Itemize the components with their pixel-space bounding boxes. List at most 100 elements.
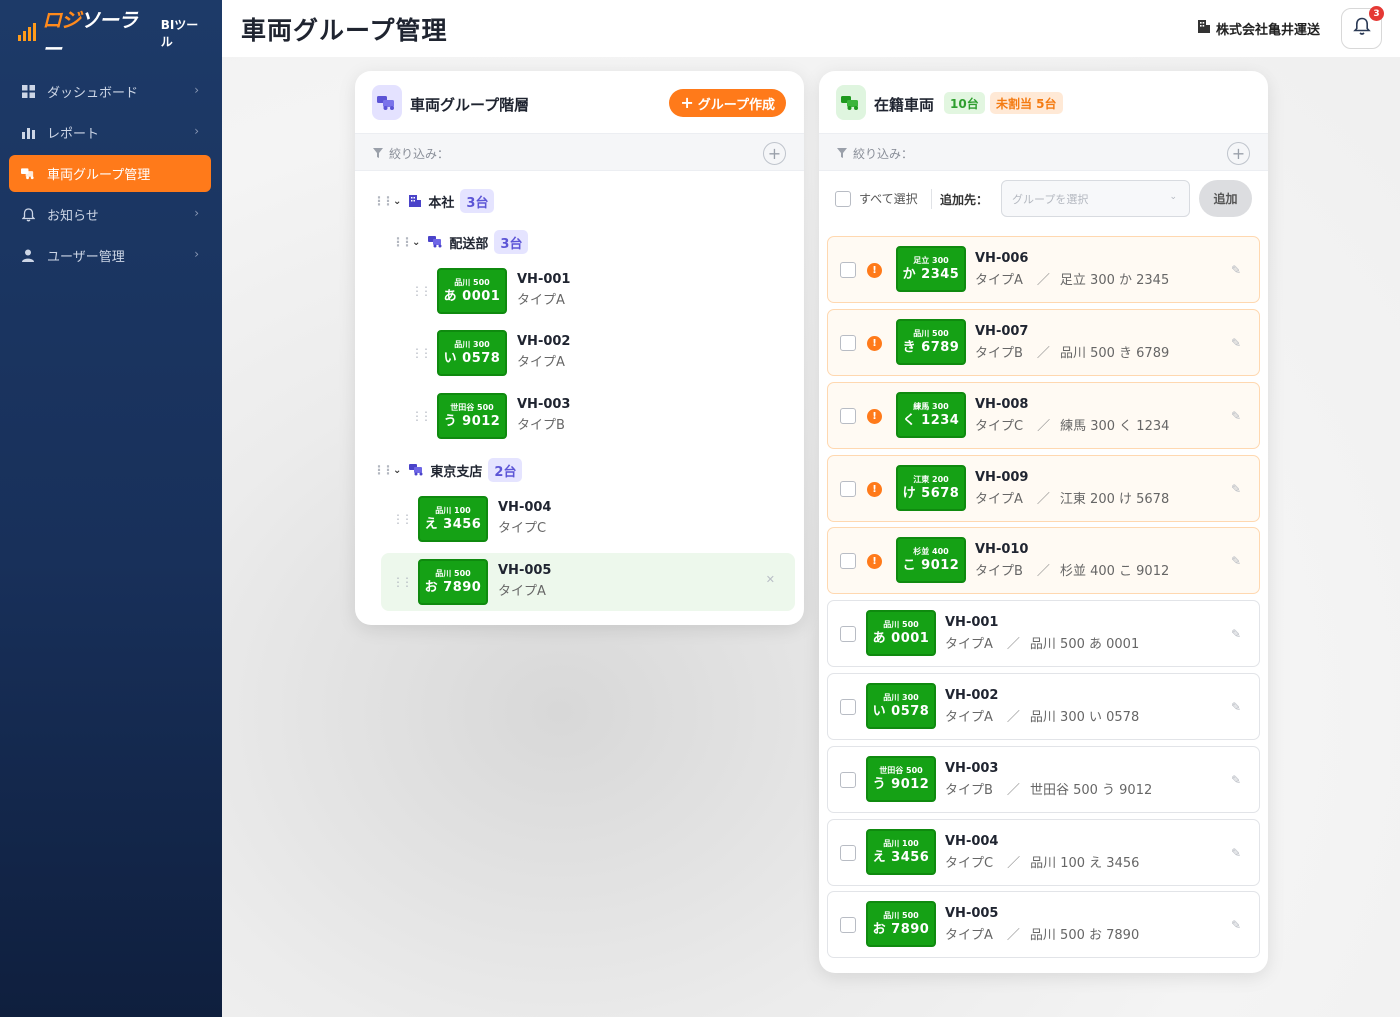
edit-pencil-icon[interactable]: ✎ [1231,700,1241,714]
plate-region: 江東 200 [913,474,949,484]
edit-pencil-icon[interactable]: ✎ [1231,773,1241,787]
edit-pencil-icon[interactable]: ✎ [1231,554,1241,568]
tree-group-row[interactable]: ⋮⋮ ⌄ 東京支店 2台 [373,457,523,483]
add-button[interactable]: 追加 [1199,180,1252,217]
unassigned-vehicle-card[interactable]: ! 練馬 300 く 1234 VH-008 タイプC ／ 練馬 300 く 1234 ✎ [827,382,1260,449]
license-plate: 品川 300 い 0578 [866,683,936,729]
sidebar-item-vehicle-groups[interactable]: 車両グループ管理 [9,155,211,192]
vehicle-id: VH-010 [975,542,1029,557]
drag-handle-icon[interactable]: ⋮⋮ [392,512,413,526]
drag-handle-icon[interactable]: ⋮⋮ [411,409,432,423]
unassigned-vehicle-card[interactable]: ! 江東 200 け 5678 VH-009 タイプA ／ 江東 200 け 5678 ✎ [827,455,1260,522]
license-plate: 品川 500 お 7890 [418,559,488,605]
plate-number: き 6789 [902,339,960,355]
edit-pencil-icon[interactable]: ✎ [1231,627,1241,641]
edit-pencil-icon[interactable]: ✎ [1231,336,1241,350]
checkbox[interactable] [840,335,856,351]
solar-logo-icon [18,23,39,43]
sidebar-item-notices[interactable]: お知らせ › [9,196,211,233]
unassigned-vehicle-card[interactable]: ! 足立 300 か 2345 VH-006 タイプA ／ 足立 300 か 2345 ✎ [827,236,1260,303]
checkbox[interactable] [835,190,851,207]
checkbox[interactable] [840,481,856,497]
logo-subtitle: BIツール [160,18,199,49]
vehicle-details: タイプA ／ 品川 500 お 7890 [945,923,1139,949]
tree-vehicle-row[interactable]: ⋮⋮ 品川 500 あ 0001 VH-001 タイプA [411,262,791,320]
sidebar: ロジソーラー BIツール ダッシュボード › レポート › 車両グループ管理 お… [0,0,222,1017]
vehicle-details: タイプB ／ 杉並 400 こ 9012 [975,559,1169,585]
checkbox[interactable] [840,917,856,933]
license-plate: 品川 100 え 3456 [866,829,936,875]
edit-pencil-icon[interactable]: ✎ [1231,482,1241,496]
tree-vehicle-row[interactable]: ⋮⋮ 品川 300 い 0578 VH-002 タイプA [411,324,791,382]
checkbox[interactable] [840,408,856,424]
warning-icon: ! [867,554,882,569]
vehicle-type: タイプB [945,783,993,798]
group-select[interactable]: グループを選択 ⌄ [1001,180,1190,217]
add-filter-button[interactable]: + [1227,142,1250,165]
drag-handle-icon[interactable]: ⋮⋮ [373,463,394,477]
license-plate: 品川 500 き 6789 [896,319,966,365]
vehicle-plate-text: 練馬 300 く 1234 [1060,419,1170,434]
edit-pencil-icon[interactable]: ✎ [1231,409,1241,423]
vehicle-card[interactable]: 品川 300 い 0578 VH-002 タイプA ／ 品川 300 い 0578 ✎ [827,673,1260,740]
license-plate: 足立 300 か 2345 [896,246,966,292]
plate-region: 足立 300 [913,255,949,265]
chevron-right-icon: › [194,247,199,261]
filter-label: 絞り込み： [853,147,914,161]
tree-vehicle-row[interactable]: ⋮⋮ 世田谷 500 う 9012 VH-003 タイプB [411,387,791,445]
drag-handle-icon[interactable]: ⋮⋮ [392,235,413,249]
checkbox[interactable] [840,699,856,715]
edit-pencil-icon[interactable]: ✎ [1231,263,1241,277]
vehicle-id: VH-001 [517,272,571,287]
drag-handle-icon[interactable]: ⋮⋮ [373,194,394,208]
checkbox[interactable] [840,553,856,569]
app-logo[interactable]: ロジソーラー BIツール [18,8,208,61]
drag-handle-icon[interactable]: ⋮⋮ [411,284,432,298]
plate-region: 練馬 300 [913,401,949,411]
create-group-button[interactable]: + グループ作成 [669,89,786,117]
vehicle-id: VH-003 [517,397,571,412]
chevron-down-icon[interactable]: ⌄ [393,465,401,476]
tree-vehicle-row[interactable]: ⋮⋮ 品川 500 お 7890 VH-005 タイプA ✕ [381,553,795,611]
vehicle-card[interactable]: 品川 500 あ 0001 VH-001 タイプA ／ 品川 500 あ 0001 ✎ [827,600,1260,667]
vehicle-type: タイプA [498,584,546,599]
plus-icon: + [1231,144,1246,163]
plus-icon: + [680,93,694,112]
checkbox[interactable] [840,626,856,642]
tree-vehicle-row[interactable]: ⋮⋮ 品川 100 え 3456 VH-004 タイプC [392,490,792,548]
sidebar-nav: ダッシュボード › レポート › 車両グループ管理 お知らせ › ユーザー管理 … [9,73,211,278]
grid-icon [21,85,35,99]
chevron-down-icon: ⌄ [1169,192,1177,202]
chevron-down-icon[interactable]: ⌄ [393,196,401,207]
bell-icon [1352,17,1371,40]
edit-pencil-icon[interactable]: ✎ [1231,918,1241,932]
edit-pencil-icon[interactable]: ✎ [1231,846,1241,860]
tree-group-row[interactable]: ⋮⋮ ⌄ 配送部 3台 [392,229,529,255]
sidebar-item-dashboard[interactable]: ダッシュボード › [9,73,211,110]
checkbox[interactable] [840,845,856,861]
drag-handle-icon[interactable]: ⋮⋮ [392,575,413,589]
select-all-checkbox[interactable]: すべて選択 [835,190,918,207]
checkbox[interactable] [840,772,856,788]
notification-button[interactable]: 3 [1341,6,1384,49]
plate-number: あ 0001 [443,288,501,304]
vehicle-card[interactable]: 世田谷 500 う 9012 VH-003 タイプB ／ 世田谷 500 う 9012 ✎ [827,746,1260,813]
sidebar-item-users[interactable]: ユーザー管理 › [9,237,211,274]
chevron-down-icon[interactable]: ⌄ [412,237,420,248]
vehicle-details: タイプA ／ 江東 200 け 5678 [975,487,1169,513]
page-title: 車両グループ管理 [241,16,448,45]
vehicle-card[interactable]: 品川 100 え 3456 VH-004 タイプC ／ 品川 100 え 3456 ✎ [827,819,1260,886]
vehicle-card[interactable]: 品川 500 お 7890 VH-005 タイプA ／ 品川 500 お 7890 ✎ [827,891,1260,958]
unassigned-vehicle-card[interactable]: ! 杉並 400 こ 9012 VH-010 タイプB ／ 杉並 400 こ 9012 ✎ [827,527,1260,594]
sidebar-item-reports[interactable]: レポート › [9,114,211,151]
checkbox[interactable] [840,262,856,278]
tree-group-row[interactable]: ⋮⋮ ⌄ 本社 3台 [373,188,495,214]
unassigned-count-chip: 未割当 5台 [990,92,1063,114]
add-filter-button[interactable]: + [763,142,786,165]
plate-number: こ 9012 [902,557,960,573]
license-plate: 江東 200 け 5678 [896,465,966,511]
drag-handle-icon[interactable]: ⋮⋮ [411,346,432,360]
close-icon[interactable]: ✕ [766,573,775,586]
unassigned-vehicle-card[interactable]: ! 品川 500 き 6789 VH-007 タイプB ／ 品川 500 き 6789 ✎ [827,309,1260,376]
building-icon [409,195,422,207]
